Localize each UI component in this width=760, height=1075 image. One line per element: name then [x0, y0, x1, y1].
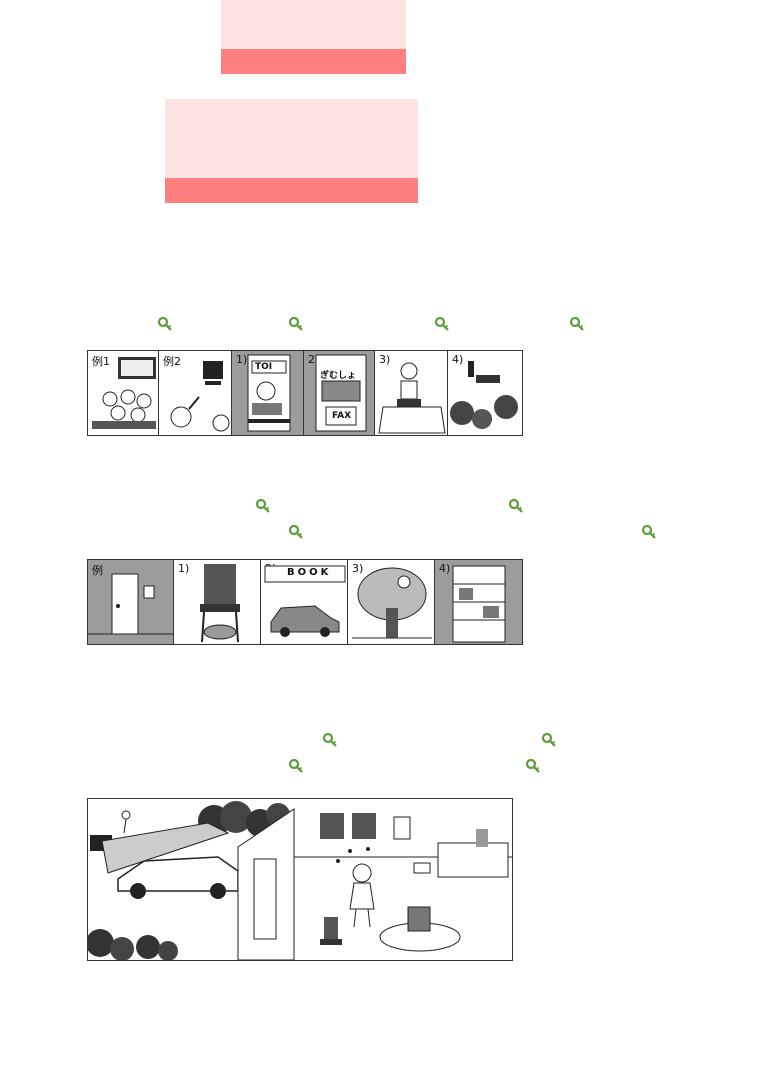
highlight-box-1-fill — [221, 0, 406, 49]
highlight-box-1-bar — [221, 49, 406, 74]
strip2-panel-3: 3) — [348, 560, 435, 644]
classroom-illustration — [92, 357, 156, 429]
key-icon[interactable] — [288, 524, 304, 540]
strip1-panel-ex2: 例2 — [159, 351, 232, 435]
key-icon[interactable] — [569, 316, 585, 332]
key-icon[interactable] — [157, 316, 173, 332]
key-icon[interactable] — [255, 498, 271, 514]
person-at-podium-illustration — [378, 362, 446, 434]
key-icon[interactable] — [541, 732, 557, 748]
tree-illustration — [352, 567, 432, 639]
chair-cat-illustration — [200, 564, 240, 643]
picture-strip-2: 例 1) 2) BOOK 3) — [87, 559, 523, 645]
strip1-panel-3: 3) — [375, 351, 448, 435]
menu-sign-text: TOI — [255, 362, 273, 372]
key-icon[interactable] — [322, 732, 338, 748]
book-sign-text: BOOK — [287, 567, 332, 578]
bookshelf-illustration — [452, 565, 506, 643]
strip2-panel-1: 1) — [174, 560, 261, 644]
door-illustration — [88, 573, 173, 635]
highlight-box-2-bar — [165, 178, 418, 203]
key-icon[interactable] — [288, 316, 304, 332]
strip1-panel-4: 4) — [448, 351, 521, 435]
highlight-box-1 — [221, 0, 406, 74]
highlight-box-2-fill — [165, 99, 418, 178]
fax-sign-text: FAX — [332, 411, 352, 421]
office-sign-text: ぎむしょ — [320, 371, 357, 381]
picture-strip-1: 例1 例2 1) TOI 2) ぎむしょ FAX 3) 4) — [87, 350, 523, 436]
key-icon[interactable] — [288, 758, 304, 774]
office-fax-illustration — [315, 354, 367, 432]
strip1-panel-2: 2) ぎむしょ FAX — [304, 351, 375, 435]
strip2-panel-2: 2) BOOK — [261, 560, 348, 644]
strip1-panel-1: 1) TOI — [232, 351, 304, 435]
house-scene-drawing — [88, 801, 512, 960]
key-icon[interactable] — [525, 758, 541, 774]
house-scene-illustration — [87, 798, 513, 961]
key-icon[interactable] — [508, 498, 524, 514]
strip2-panel-4: 4) — [435, 560, 522, 644]
park-trees-illustration — [450, 361, 518, 429]
strip2-panel-ex: 例 — [88, 560, 174, 644]
strip1-panel-ex1: 例1 — [88, 351, 159, 435]
person-pointing-illustration — [170, 361, 230, 432]
key-icon[interactable] — [434, 316, 450, 332]
highlight-box-2 — [165, 99, 418, 203]
key-icon[interactable] — [641, 524, 657, 540]
